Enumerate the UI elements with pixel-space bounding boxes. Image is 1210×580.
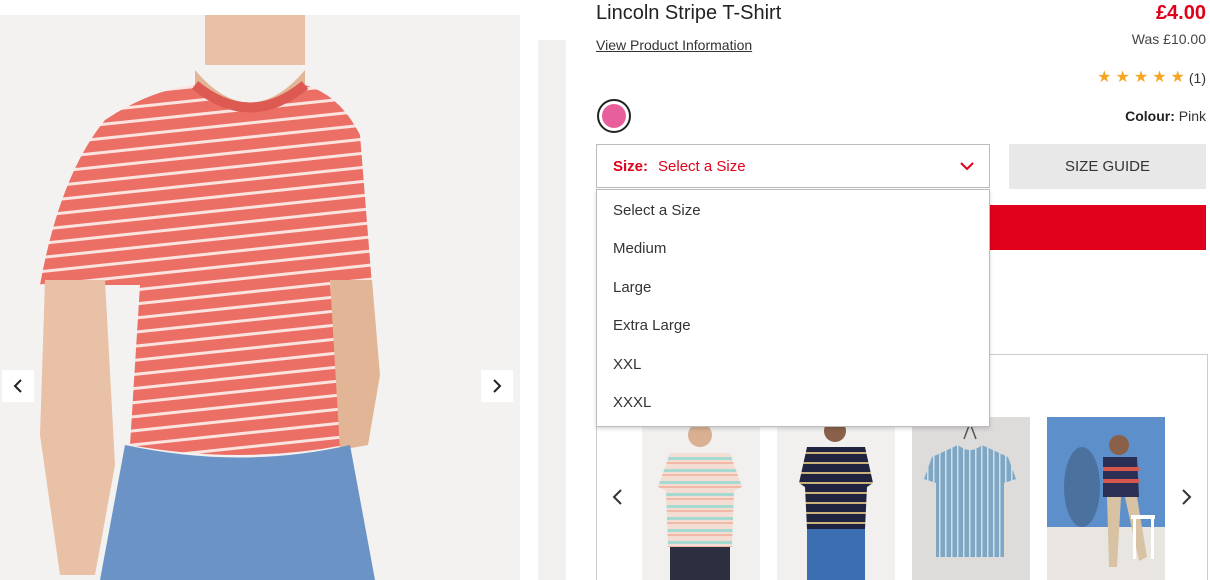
view-product-information-link[interactable]: View Product Information [596,37,752,53]
recommended-product[interactable] [1047,417,1165,580]
size-selected-value: Select a Size [658,157,746,175]
colour-value: Pink [1178,108,1206,124]
navy-stripe-tshirt-image [777,417,895,580]
chevron-right-icon [493,379,502,393]
recommended-product[interactable] [642,417,760,580]
size-option[interactable]: Large [597,269,989,307]
product-price: £4.00 [1155,2,1206,24]
colour-indicator: Colour: Pink [1125,108,1206,124]
product-rating[interactable]: ★ ★ ★ ★ ★ (1) [1097,69,1206,87]
blue-vertical-stripe-tshirt-image [912,417,1030,580]
next-image-peek [538,40,566,580]
recommended-product[interactable] [777,417,895,580]
chevron-down-icon [960,162,974,171]
star-icon: ★ [1133,69,1149,86]
rating-count: (1) [1188,70,1206,86]
gallery-next-button[interactable] [481,370,513,402]
chevron-left-icon [612,489,622,505]
chevron-left-icon [13,379,22,393]
size-option[interactable]: Extra Large [597,307,989,345]
star-icon: ★ [1170,69,1185,86]
lifestyle-model-tshirt-image [1047,417,1165,580]
colour-label: Colour: [1125,108,1175,124]
recommended-product[interactable] [912,417,1030,580]
size-select[interactable]: Size: Select a Size [596,144,990,188]
size-option[interactable]: Medium [597,230,989,268]
star-icon: ★ [1152,69,1167,86]
pastel-stripe-tshirt-image [642,417,760,580]
chevron-right-icon [1182,489,1192,505]
product-title: Lincoln Stripe T-Shirt [596,2,782,24]
size-label: Size: [613,157,649,175]
size-dropdown-list: Select a Size Medium Large Extra Large X… [596,189,990,428]
size-guide-button[interactable]: SIZE GUIDE [1009,144,1206,189]
gallery-prev-button[interactable] [2,370,34,402]
star-icon: ★ [1097,69,1112,86]
carousel-next-button[interactable] [1179,485,1193,513]
product-main-image [0,15,520,580]
size-option[interactable]: Select a Size [597,192,989,230]
size-option[interactable]: XXXL [597,384,989,422]
swatch-color [602,104,626,128]
model-in-striped-tshirt-image [40,15,380,580]
star-icon: ★ [1115,69,1130,86]
colour-swatch-pink[interactable] [597,99,631,133]
was-price: Was £10.00 [1131,31,1206,47]
size-option[interactable]: XXL [597,346,989,384]
carousel-prev-button[interactable] [611,485,625,513]
